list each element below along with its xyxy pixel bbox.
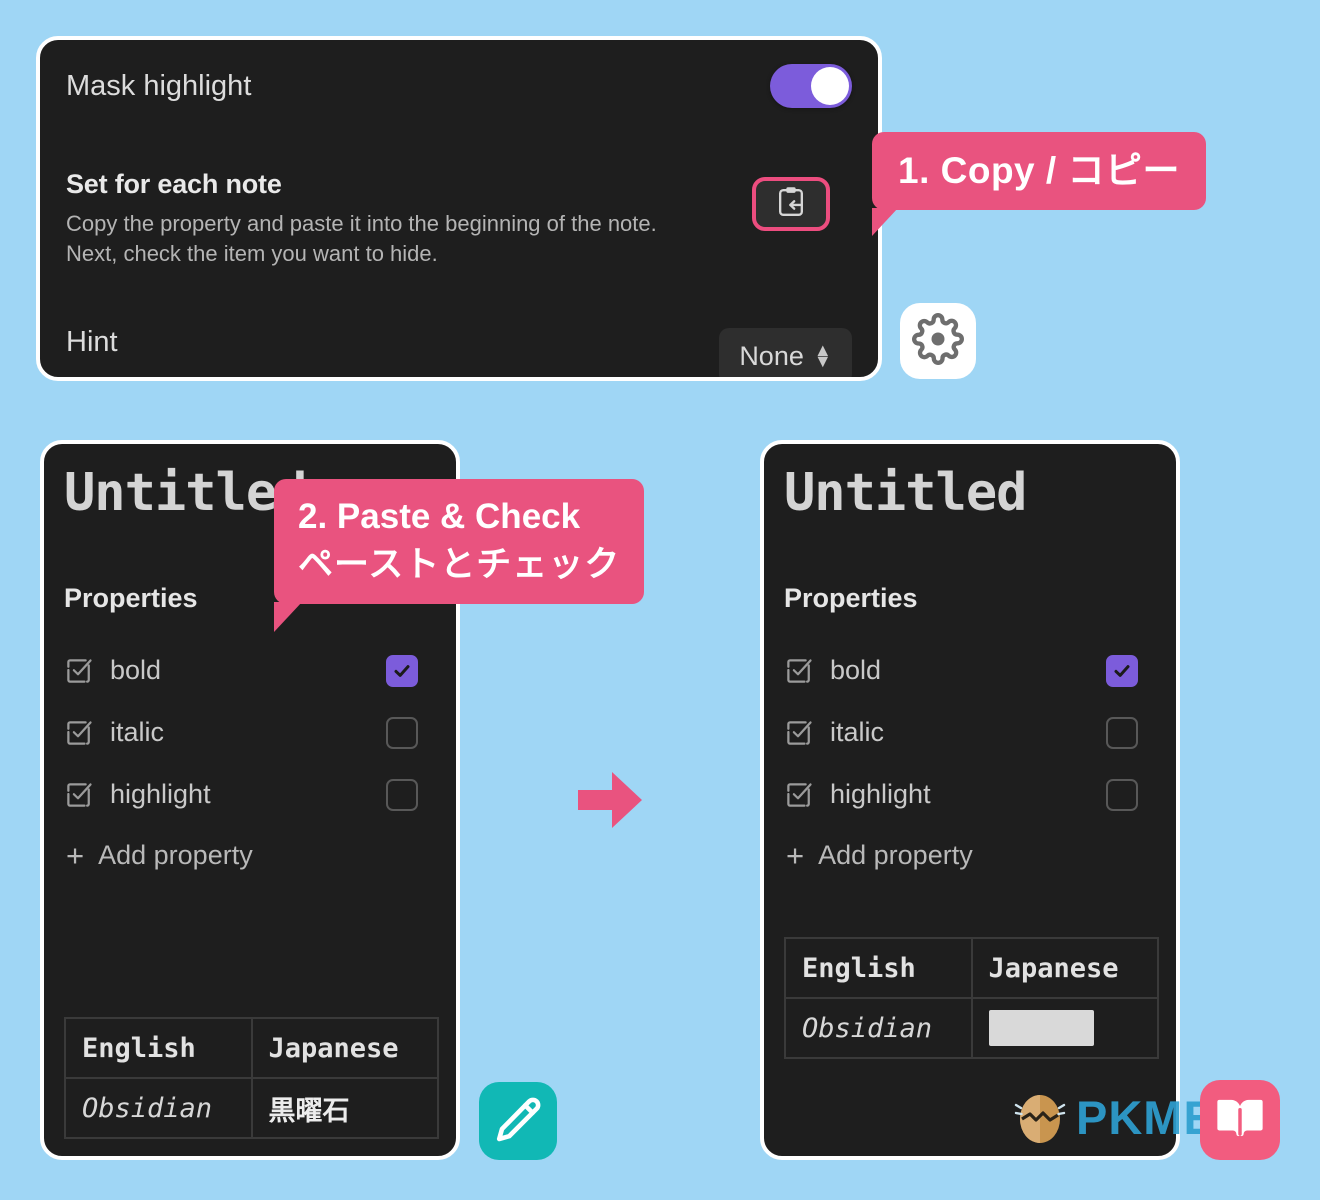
set-for-each-note-description: Copy the property and paste it into the … xyxy=(66,209,657,268)
table-cell-japanese: 黒曜石 xyxy=(250,1077,439,1139)
table-header-english: English xyxy=(784,937,973,999)
clipboard-paste-icon xyxy=(776,186,806,223)
plus-icon: + xyxy=(786,837,805,873)
property-row-italic[interactable]: italic xyxy=(784,702,1156,764)
callout-tail xyxy=(872,208,898,237)
property-label: bold xyxy=(830,655,882,686)
book-app-icon-tile[interactable] xyxy=(1200,1080,1280,1160)
property-label: highlight xyxy=(830,779,931,810)
table-row: Obsidian xyxy=(784,997,1159,1059)
copy-button-wrapper xyxy=(752,177,830,231)
set-for-each-note-section: Set for each note Copy the property and … xyxy=(66,169,852,268)
pencil-icon xyxy=(494,1095,542,1148)
toggle-knob xyxy=(811,67,849,105)
mask-highlight-label: Mask highlight xyxy=(66,69,252,102)
checkbox-property-type-icon xyxy=(784,656,814,686)
property-label: bold xyxy=(110,655,162,686)
property-checkbox[interactable] xyxy=(386,654,418,687)
property-label: highlight xyxy=(110,779,211,810)
checkbox-property-type-icon xyxy=(64,718,94,748)
table-header-japanese: Japanese xyxy=(970,937,1159,999)
checkbox-property-type-icon xyxy=(784,718,814,748)
mask-highlight-row: Mask highlight xyxy=(66,40,852,132)
table-cell-english: Obsidian xyxy=(64,1077,253,1139)
checkbox-property-type-icon xyxy=(64,780,94,810)
table-cell-japanese-masked xyxy=(970,997,1159,1059)
set-for-each-note-text: Set for each note Copy the property and … xyxy=(66,169,657,268)
callout-step-1-text: 1. Copy / コピー xyxy=(898,150,1180,191)
callout-step-2-text-jp: ペーストとチェック xyxy=(298,544,621,584)
set-for-each-note-title: Set for each note xyxy=(66,169,282,199)
callout-step-1-copy: 1. Copy / コピー xyxy=(872,132,1206,237)
copy-property-button[interactable] xyxy=(752,177,830,231)
table-header-english: English xyxy=(64,1017,253,1079)
property-row-highlight[interactable]: highlight xyxy=(64,764,436,826)
callout-step-2-text-en: 2. Paste & Check xyxy=(298,497,581,536)
translation-table: English Japanese Obsidian 黒曜石 xyxy=(64,1017,439,1139)
table-row: Obsidian 黒曜石 xyxy=(64,1077,439,1139)
pencil-app-icon-tile[interactable] xyxy=(479,1082,557,1160)
add-property-button[interactable]: + Add property xyxy=(784,840,1156,871)
plus-icon: + xyxy=(66,837,85,873)
mask-highlight-toggle[interactable] xyxy=(770,64,852,108)
table-header-row: English Japanese xyxy=(784,937,1159,999)
table-cell-english: Obsidian xyxy=(784,997,973,1059)
arrow-right-icon xyxy=(578,772,642,828)
add-property-button[interactable]: + Add property xyxy=(64,840,436,871)
callout-tail xyxy=(274,602,302,633)
mask-settings-panel: Mask highlight Set for each note Copy th… xyxy=(36,36,882,381)
property-row-bold[interactable]: bold xyxy=(64,640,436,702)
hint-row: Hint None ▲ ▼ xyxy=(66,312,852,377)
description-line-1: Copy the property and paste it into the … xyxy=(66,211,657,236)
property-row-bold[interactable]: bold xyxy=(784,640,1156,702)
property-checkbox[interactable] xyxy=(1106,778,1138,811)
callout-step-2-paste: 2. Paste & Check ペーストとチェック xyxy=(274,479,645,633)
table-header-row: English Japanese xyxy=(64,1017,439,1079)
add-property-label: Add property xyxy=(818,839,973,870)
hint-label: Hint xyxy=(66,325,118,358)
property-checkbox[interactable] xyxy=(386,778,418,811)
gear-icon xyxy=(912,312,964,370)
property-row-italic[interactable]: italic xyxy=(64,702,436,764)
table-header-japanese: Japanese xyxy=(250,1017,439,1079)
properties-list: bold italic highlight xyxy=(784,640,1156,826)
note-title[interactable]: Untitled xyxy=(784,466,1156,521)
property-row-highlight[interactable]: highlight xyxy=(784,764,1156,826)
gear-app-icon-tile[interactable] xyxy=(900,303,976,379)
highlight-mask-block xyxy=(988,1010,1094,1046)
checkbox-property-type-icon xyxy=(64,656,94,686)
translation-table: English Japanese Obsidian xyxy=(784,937,1159,1059)
hint-select[interactable]: None ▲ ▼ xyxy=(719,328,852,377)
chevron-updown-icon: ▲ ▼ xyxy=(813,340,832,372)
property-checkbox[interactable] xyxy=(1106,716,1138,749)
property-label: italic xyxy=(830,717,885,748)
properties-list: bold italic highlight xyxy=(64,640,436,826)
property-label: italic xyxy=(110,717,165,748)
note-card-after: Untitled Properties bold italic highligh… xyxy=(760,440,1180,1160)
open-book-icon xyxy=(1214,1092,1266,1149)
add-property-label: Add property xyxy=(98,839,253,870)
property-checkbox[interactable] xyxy=(1106,654,1138,687)
hint-select-value: None xyxy=(739,340,804,371)
description-line-2: Next, check the item you want to hide. xyxy=(66,240,438,266)
egg-logo-icon xyxy=(1012,1085,1068,1150)
checkbox-property-type-icon xyxy=(784,780,814,810)
properties-heading: Properties xyxy=(784,582,918,613)
property-checkbox[interactable] xyxy=(386,716,418,749)
